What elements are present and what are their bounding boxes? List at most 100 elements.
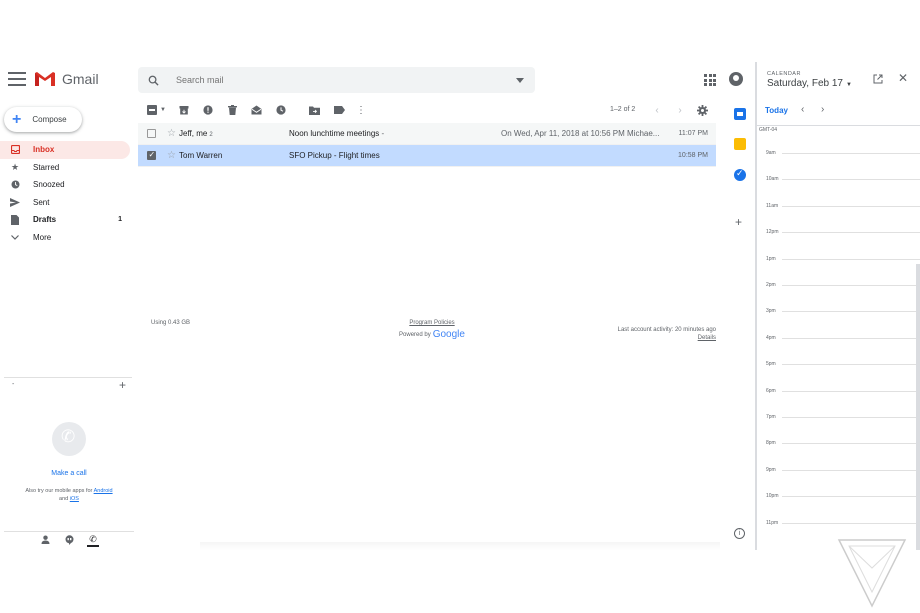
email-snippet: On Wed, Apr 11, 2018 at 10:56 PM Michae.… — [501, 129, 660, 138]
calendar-hour-row[interactable]: 11pm — [757, 520, 920, 526]
hour-gridline — [782, 443, 920, 445]
subject-separator: - — [379, 129, 385, 138]
program-policies-link[interactable]: Program Policies — [397, 320, 467, 326]
calendar-hour-row[interactable]: 6pm — [757, 387, 920, 394]
search-icon[interactable] — [138, 75, 168, 86]
subject-snippet: - Flight times — [331, 151, 380, 160]
contacts-person-icon[interactable] — [39, 535, 51, 546]
email-sender: Jeff, me 2 — [179, 129, 213, 138]
calendar-date-picker[interactable]: Saturday, Feb 17 ▼ — [767, 78, 852, 89]
tasks-check-icon[interactable] — [734, 168, 746, 181]
compose-button[interactable]: + Compose — [4, 107, 82, 132]
ios-link[interactable]: iOS — [70, 496, 79, 502]
inbox-icon — [10, 145, 20, 155]
search-bar[interactable] — [138, 67, 535, 93]
hour-gridline — [782, 153, 920, 154]
snooze-clock-icon[interactable] — [275, 104, 287, 116]
sidebar-item-sent[interactable]: Sent — [0, 194, 130, 212]
mark-as-read-icon[interactable] — [250, 104, 262, 116]
account-avatar[interactable] — [729, 72, 743, 86]
close-icon[interactable]: ✕ — [898, 71, 908, 85]
hour-gridline — [782, 285, 920, 286]
hour-gridline — [782, 522, 920, 524]
info-icon[interactable]: i — [734, 528, 745, 539]
gmail-m-icon — [35, 72, 55, 86]
calendar-scrollbar[interactable] — [916, 264, 920, 550]
sidebar-item-label: Starred — [33, 162, 60, 172]
chevron-left-icon[interactable]: ‹ — [801, 104, 804, 115]
calendar-hour-row[interactable]: 12pm — [757, 229, 920, 235]
phone-tab-icon[interactable]: ✆ — [87, 534, 99, 547]
android-link[interactable]: Android — [94, 488, 113, 494]
sidebar-item-inbox[interactable]: Inbox — [0, 141, 130, 159]
star-toggle-icon[interactable]: ☆ — [167, 128, 176, 139]
chevron-right-icon[interactable]: › — [674, 104, 686, 116]
hangouts-header: - + — [4, 377, 132, 393]
sender-name: Tom Warren — [179, 151, 223, 160]
chevron-right-icon[interactable]: › — [821, 104, 824, 115]
sidebar-item-snoozed[interactable]: Snoozed — [0, 176, 130, 194]
email-subject: Noon lunchtime meetings - — [289, 129, 384, 138]
calendar-hour-row[interactable]: 11am — [757, 203, 920, 209]
hangouts-chat-icon[interactable] — [63, 534, 75, 547]
label-tag-icon[interactable] — [333, 104, 345, 116]
row-checkbox[interactable] — [147, 150, 156, 160]
sidebar-item-drafts[interactable]: Drafts 1 — [0, 211, 130, 229]
hour-label: 9pm — [766, 466, 776, 473]
calendar-hour-row[interactable]: 2pm — [757, 282, 920, 288]
archive-icon[interactable] — [178, 104, 190, 116]
calendar-header-divider — [757, 125, 920, 126]
email-row[interactable]: ☆ Jeff, me 2 Noon lunchtime meetings - On… — [138, 123, 716, 145]
move-to-folder-icon[interactable] — [308, 104, 320, 116]
sidebar-item-more[interactable]: More — [0, 229, 130, 247]
calendar-hour-row[interactable]: 7pm — [757, 414, 920, 420]
calendar-app-icon[interactable] — [734, 108, 746, 120]
calendar-hour-row[interactable]: 9am — [757, 150, 920, 156]
calendar-hour-row[interactable]: 10pm — [757, 493, 920, 499]
hangouts-collapse-toggle[interactable]: - — [12, 381, 14, 388]
hour-gridline — [782, 337, 920, 339]
google-apps-icon[interactable] — [704, 74, 716, 86]
report-spam-icon[interactable] — [202, 104, 214, 116]
star-toggle-icon[interactable]: ☆ — [167, 150, 176, 161]
search-input[interactable] — [168, 75, 505, 85]
chevron-left-icon[interactable]: ‹ — [651, 104, 663, 116]
hour-label: 6pm — [766, 387, 776, 394]
new-conversation-plus-icon[interactable]: + — [119, 378, 126, 392]
calendar-hour-row[interactable]: 3pm — [757, 308, 920, 314]
drafts-count: 1 — [118, 216, 122, 224]
calendar-hour-row[interactable]: 1pm — [757, 256, 920, 262]
row-checkbox[interactable] — [147, 129, 156, 138]
make-call-link[interactable]: Make a call — [4, 470, 134, 477]
hour-gridline — [782, 496, 920, 498]
calendar-hour-row[interactable]: 10am — [757, 176, 920, 182]
footer-center: Program Policies Powered by Google — [397, 320, 467, 340]
google-logo: Google — [432, 329, 465, 340]
details-link[interactable]: Details — [580, 334, 716, 342]
email-row[interactable]: ☆ Tom Warren SFO Pickup - Flight times 1… — [138, 145, 716, 167]
more-options-vertical-icon[interactable]: ⋮ — [355, 104, 367, 116]
hour-gridline — [782, 179, 920, 181]
calendar-hour-row[interactable]: 8pm — [757, 440, 920, 447]
search-options-dropdown-icon[interactable] — [505, 77, 535, 83]
star-icon: ★ — [10, 161, 20, 172]
sidebar-item-starred[interactable]: ★ Starred — [0, 159, 130, 177]
select-dropdown-icon[interactable]: ▼ — [157, 104, 169, 116]
calendar-hour-row[interactable]: 9pm — [757, 466, 920, 473]
sidebar-nav: Inbox ★ Starred Snoozed Sent Drafts 1 Mo… — [0, 141, 130, 246]
main-menu-button[interactable] — [8, 72, 26, 86]
open-in-new-icon[interactable] — [873, 74, 883, 87]
hour-label: 8pm — [766, 440, 776, 447]
and-text: and — [59, 496, 69, 502]
hour-gridline — [782, 232, 920, 234]
delete-trash-icon[interactable] — [226, 104, 238, 116]
settings-gear-icon[interactable] — [696, 104, 708, 116]
add-addon-plus-icon[interactable]: + — [735, 215, 742, 229]
clock-icon — [10, 180, 20, 190]
today-button[interactable]: Today — [765, 106, 788, 115]
pagination-count: 1–2 of 2 — [610, 106, 636, 113]
keep-notes-icon[interactable] — [734, 138, 746, 150]
gmail-logo[interactable]: Gmail — [34, 71, 99, 87]
calendar-hour-row[interactable]: 5pm — [757, 361, 920, 367]
calendar-hour-row[interactable]: 4pm — [757, 335, 920, 341]
